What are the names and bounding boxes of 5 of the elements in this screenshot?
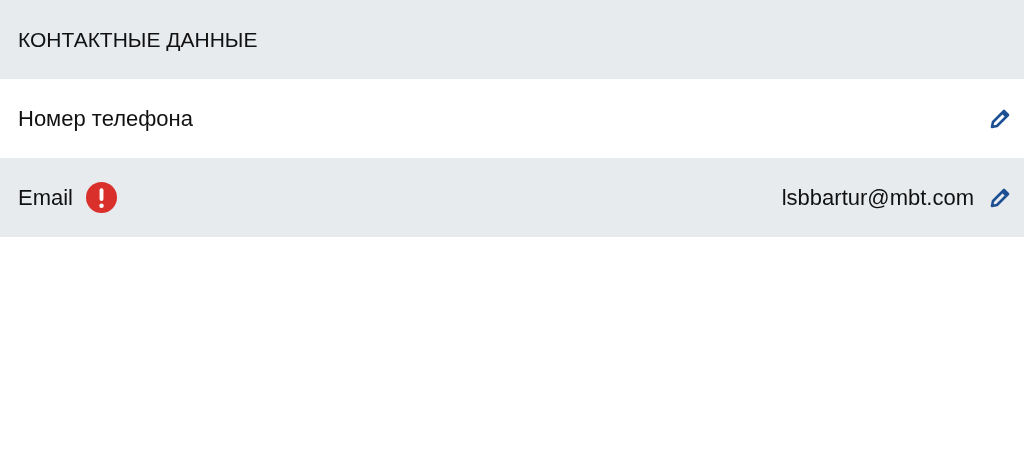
field-label: Номер телефона: [18, 105, 193, 132]
field-label: Email: [18, 184, 73, 211]
section-title: КОНТАКТНЫЕ ДАННЫЕ: [18, 27, 258, 52]
warning-icon: [86, 182, 117, 213]
email-value: lsbbartur@mbt.com: [781, 184, 974, 211]
